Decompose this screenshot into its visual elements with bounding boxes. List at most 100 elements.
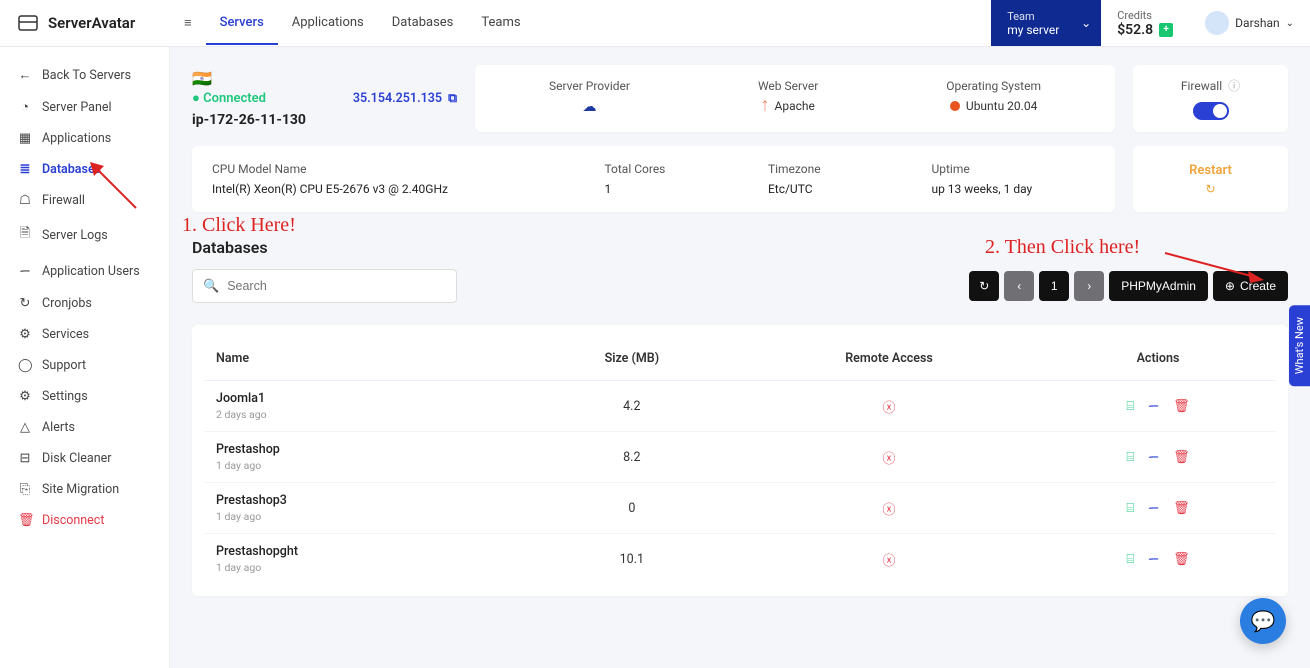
cpu-value: Intel(R) Xeon(R) CPU E5-2676 v3 @ 2.40GH… (212, 182, 604, 196)
db-name: Prestashopght (216, 544, 514, 559)
manage-db-icon[interactable]: ⌸ (1126, 399, 1134, 414)
sidebar-item-applications[interactable]: ▦Applications (0, 123, 169, 154)
firewall-toggle[interactable] (1193, 102, 1229, 120)
delete-db-icon[interactable]: 🗑 (1173, 450, 1190, 465)
main-tabs: Servers Applications Databases Teams (206, 1, 535, 45)
restart-button[interactable]: Restart ↻ (1133, 146, 1288, 212)
sidebar-item-alerts[interactable]: △Alerts (0, 412, 169, 443)
credits-label: Credits (1117, 9, 1173, 22)
sidebar-item-label: Back To Servers (42, 68, 131, 83)
specs-card: CPU Model Name Intel(R) Xeon(R) CPU E5-2… (192, 146, 1115, 212)
file-icon: 🗎 (18, 224, 32, 246)
table-row: Prestashop31 day ago0ⓧ⌸ᯇ🗑 (204, 483, 1276, 534)
chat-bubble[interactable]: 💬 (1240, 598, 1286, 644)
sidebar-item-appusers[interactable]: ᯇApplication Users (0, 254, 169, 288)
remote-disabled-icon: ⓧ (883, 401, 896, 416)
os-label: Operating System (946, 79, 1041, 93)
restart-icon: ↻ (1205, 182, 1215, 196)
manage-db-icon[interactable]: ⌸ (1126, 501, 1134, 516)
table-row: Joomla12 days ago4.2ⓧ⌸ᯇ🗑 (204, 381, 1276, 432)
main: 🇮🇳 Connected 35.154.251.135⧉ ip-172-26-1… (170, 47, 1310, 668)
delete-db-icon[interactable]: 🗑 (1173, 399, 1190, 414)
cores-label: Total Cores (604, 162, 768, 176)
arrow-left-icon: ← (18, 67, 32, 83)
credits-amount: $52.8 (1117, 22, 1153, 38)
remote-disabled-icon: ⓧ (883, 503, 896, 518)
sidebar-item-label: Databases (42, 162, 101, 177)
next-page-button[interactable]: › (1074, 271, 1104, 301)
sidebar-item-services[interactable]: ⚙Services (0, 319, 169, 350)
sidebar-item-logs[interactable]: 🗎 Server Logs (0, 216, 169, 254)
page-number[interactable]: 1 (1039, 271, 1069, 301)
add-credits-button[interactable]: + (1159, 23, 1173, 37)
support-icon: ◯ (18, 358, 32, 373)
create-button[interactable]: ⊕Create (1213, 271, 1288, 301)
db-users-icon[interactable]: ᯇ (1148, 550, 1159, 568)
sidebar-item-label: Cronjobs (42, 296, 92, 311)
db-size: 10.1 (526, 534, 738, 585)
tab-databases[interactable]: Databases (378, 1, 468, 45)
sidebar-item-back[interactable]: ← Back To Servers (0, 59, 169, 91)
refresh-button[interactable]: ↻ (969, 271, 999, 301)
chevron-down-icon: ⌄ (1286, 18, 1294, 29)
brand-logo[interactable]: ServerAvatar (0, 11, 170, 35)
db-name: Joomla1 (216, 391, 514, 406)
tab-teams[interactable]: Teams (467, 1, 534, 45)
whats-new-tab[interactable]: What's New (1289, 305, 1310, 386)
sidebar-item-panel[interactable]: ◔ Server Panel (0, 91, 169, 123)
sidebar-item-support[interactable]: ◯Support (0, 350, 169, 381)
sidebar-item-databases[interactable]: ≣Databases (0, 154, 169, 185)
brand-text: ServerAvatar (48, 14, 135, 32)
db-users-icon[interactable]: ᯇ (1148, 397, 1159, 415)
search-input[interactable] (219, 279, 446, 293)
sidebar-item-settings[interactable]: ⚙Settings (0, 381, 169, 412)
bell-icon: △ (18, 420, 32, 435)
info-icon[interactable]: ⓘ (1228, 77, 1240, 94)
credits-box: Credits $52.8 + (1101, 0, 1189, 46)
manage-db-icon[interactable]: ⌸ (1126, 552, 1134, 567)
firewall-card: Firewallⓘ (1133, 65, 1288, 132)
copy-icon[interactable]: ⧉ (448, 91, 457, 106)
db-size: 4.2 (526, 381, 738, 432)
sidebar-toggle-icon[interactable]: ≡ (170, 15, 206, 31)
restart-label: Restart (1189, 163, 1232, 178)
remote-disabled-icon: ⓧ (883, 452, 896, 467)
sidebar-item-label: Settings (42, 389, 88, 404)
table-row: Prestashopght1 day ago10.1ⓧ⌸ᯇ🗑 (204, 534, 1276, 585)
db-size: 8.2 (526, 432, 738, 483)
db-users-icon[interactable]: ᯇ (1148, 499, 1159, 517)
search-box[interactable]: 🔍 (192, 269, 457, 303)
tab-applications[interactable]: Applications (278, 1, 378, 45)
sidebar-item-firewall[interactable]: ☖Firewall (0, 185, 169, 216)
apps-icon: ▦ (18, 131, 32, 146)
db-size: 0 (526, 483, 738, 534)
sidebar-item-cron[interactable]: ↻Cronjobs (0, 288, 169, 319)
user-menu[interactable]: Darshan ⌄ (1189, 0, 1310, 46)
gauge-icon: ◔ (18, 99, 32, 115)
sidebar: ← Back To Servers ◔ Server Panel ▦Applicat… (0, 47, 170, 668)
sidebar-item-disk[interactable]: ⊟Disk Cleaner (0, 443, 169, 474)
table-row: Prestashop1 day ago8.2ⓧ⌸ᯇ🗑 (204, 432, 1276, 483)
trash-icon: 🗑 (18, 513, 32, 528)
topbar: ServerAvatar ≡ Servers Applications Data… (0, 0, 1310, 47)
sidebar-item-disconnect[interactable]: 🗑Disconnect (0, 505, 169, 536)
users-icon: ᯇ (18, 262, 32, 280)
sidebar-item-label: Site Migration (42, 482, 119, 497)
delete-db-icon[interactable]: 🗑 (1173, 501, 1190, 516)
phpmyadmin-button[interactable]: PHPMyAdmin (1109, 271, 1208, 301)
sidebar-item-migration[interactable]: ⎘Site Migration (0, 474, 169, 505)
sidebar-item-label: Server Panel (42, 100, 112, 115)
uptime-label: Uptime (931, 162, 1095, 176)
prev-page-button[interactable]: ‹ (1004, 271, 1034, 301)
flag-icon: 🇮🇳 (192, 69, 457, 88)
server-ip[interactable]: 35.154.251.135⧉ (353, 91, 457, 106)
manage-db-icon[interactable]: ⌸ (1126, 450, 1134, 465)
db-users-icon[interactable]: ᯇ (1148, 448, 1159, 466)
delete-db-icon[interactable]: 🗑 (1173, 552, 1190, 567)
ubuntu-icon (950, 101, 960, 111)
team-switcher[interactable]: Team my server ⌄ (991, 0, 1101, 46)
sidebar-item-label: Server Logs (42, 228, 108, 243)
server-hostname: ip-172-26-11-130 (192, 112, 457, 128)
provider-label: Server Provider (549, 79, 630, 93)
tab-servers[interactable]: Servers (206, 1, 278, 45)
